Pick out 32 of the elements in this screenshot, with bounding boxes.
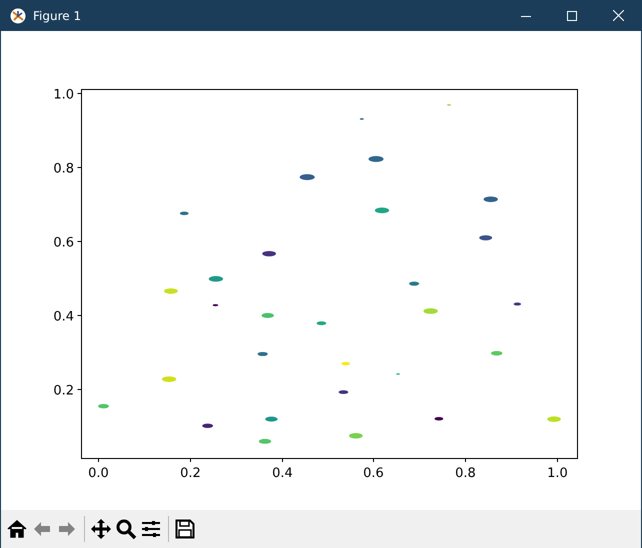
- app-icon: [10, 8, 26, 24]
- tick-mark: [77, 389, 82, 390]
- tick-mark: [190, 458, 191, 462]
- maximize-icon: [567, 10, 577, 20]
- tick-label: 0.0: [88, 466, 109, 481]
- save-icon: [174, 518, 196, 540]
- tick-mark: [77, 167, 82, 168]
- close-icon: [612, 10, 624, 21]
- tick-label: 0.2: [180, 466, 201, 481]
- tick-label: 0.6: [53, 236, 74, 250]
- tick-mark: [557, 458, 558, 462]
- tick-label: 1.0: [547, 466, 568, 481]
- tick-mark: [98, 458, 99, 462]
- move-icon: [90, 518, 112, 540]
- tick-label: 0.8: [53, 162, 74, 176]
- tick-label: 0.2: [53, 384, 74, 398]
- home-icon: [6, 518, 28, 540]
- window-title: Figure 1: [33, 8, 82, 22]
- tick-mark: [373, 458, 374, 462]
- tick-label: 0.4: [53, 310, 74, 324]
- tick-mark: [465, 458, 466, 462]
- tick-mark: [77, 93, 82, 94]
- tick-label: 0.4: [272, 466, 293, 481]
- tick-label: 0.8: [455, 466, 476, 481]
- tick-mark: [282, 458, 283, 462]
- tick-mark: [77, 315, 82, 316]
- move-button[interactable]: [89, 516, 113, 542]
- tick-label: 0.6: [363, 466, 384, 481]
- sliders-icon: [140, 518, 162, 540]
- tick-mark: [77, 241, 82, 242]
- tick-label: 1.0: [53, 88, 74, 102]
- search-icon: [115, 518, 137, 540]
